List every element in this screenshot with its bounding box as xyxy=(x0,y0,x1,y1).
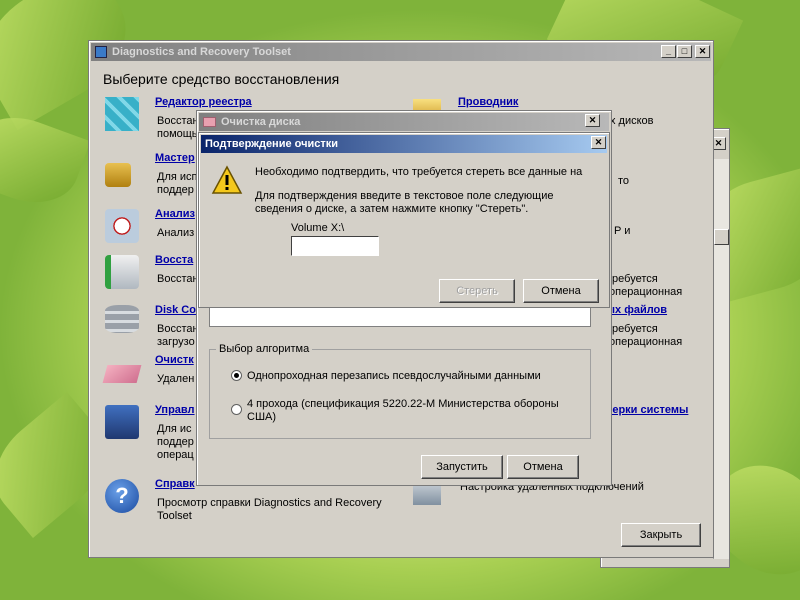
tool-description: помощь xyxy=(157,128,198,140)
scrollbar[interactable] xyxy=(713,159,729,559)
algorithm-legend: Выбор алгоритма xyxy=(219,343,310,355)
tool-link[interactable]: Disk Co xyxy=(155,304,196,316)
algorithm-group: Выбор алгоритма xyxy=(209,343,591,439)
lock-icon xyxy=(105,163,131,187)
tool-link[interactable]: Проводник xyxy=(458,96,518,108)
warning-icon xyxy=(211,165,243,194)
disk-icon xyxy=(105,305,139,333)
close-icon[interactable]: ✕ xyxy=(591,136,606,149)
volume-label: Volume X:\ xyxy=(291,222,345,234)
wipe-dialog-title: Очистка диска xyxy=(221,116,301,128)
wipe-cancel-button[interactable]: Отмена xyxy=(507,455,579,479)
tool-description: Просмотр справки Diagnostics and Recover… xyxy=(157,497,382,509)
tool-link[interactable]: оверки системы xyxy=(599,404,688,416)
tool-description: загрузо xyxy=(157,336,195,348)
tool-description: требуется xyxy=(607,323,658,335)
tool-description: P и xyxy=(614,225,631,237)
tool-link[interactable]: Очистк xyxy=(155,354,194,366)
tool-link[interactable]: Восста xyxy=(155,254,193,266)
confirm-cancel-button[interactable]: Отмена xyxy=(523,279,599,303)
tool-description: Для ис xyxy=(157,423,192,435)
help-icon: ? xyxy=(105,479,139,513)
confirm-message-3: сведения о диске, а затем нажмите кнопку… xyxy=(255,203,529,215)
crash-analyzer-icon xyxy=(105,209,139,243)
close-button[interactable]: Закрыть xyxy=(621,523,701,547)
tool-description: Удален xyxy=(157,373,195,385)
close-icon[interactable]: ✕ xyxy=(585,114,600,127)
erase-button[interactable]: Стереть xyxy=(439,279,515,303)
remote-connection-icon xyxy=(413,485,441,505)
tool-link[interactable]: Редактор реестра xyxy=(155,96,252,108)
wipe-titlebar[interactable]: Очистка диска xyxy=(199,113,609,131)
radio-four-pass-label: 4 прохода (спецификация 5220.22-M Минист… xyxy=(247,398,559,410)
tool-description: Восстан xyxy=(157,323,199,335)
start-button[interactable]: Запустить xyxy=(421,455,503,479)
tool-description: х дисков xyxy=(610,115,654,127)
tool-description: поддер xyxy=(157,436,194,448)
page-heading: Выберите средство восстановления xyxy=(103,71,340,87)
tool-description: то xyxy=(618,175,630,187)
confirm-dialog-title: Подтверждение очистки xyxy=(205,138,339,150)
tool-description: Для исп xyxy=(157,171,198,183)
tool-description: операционная xyxy=(609,286,683,298)
main-window-title: Diagnostics and Recovery Toolset xyxy=(112,46,291,58)
computer-management-icon xyxy=(105,405,139,439)
tool-link[interactable]: Мастер xyxy=(155,152,195,164)
volume-confirm-input[interactable] xyxy=(291,236,379,256)
tool-description: Восстан xyxy=(157,273,199,285)
tool-link[interactable]: Анализ xyxy=(155,208,195,220)
radio-four-pass-label-2: США) xyxy=(247,411,277,423)
registry-icon xyxy=(105,97,139,131)
drive-list[interactable] xyxy=(209,307,591,327)
confirm-titlebar[interactable]: Подтверждение очистки xyxy=(201,135,607,153)
tool-description: Восстан xyxy=(157,115,199,127)
tool-link[interactable]: Управл xyxy=(155,404,195,416)
tool-description: требуется xyxy=(607,273,658,285)
restore-icon xyxy=(105,255,139,289)
confirm-message-2: Для подтверждения введите в текстовое по… xyxy=(255,190,554,202)
background-leaf xyxy=(0,103,91,217)
close-icon[interactable]: ✕ xyxy=(695,45,710,58)
radio-single-pass-label: Однопроходная перезапись псевдослучайным… xyxy=(247,370,541,382)
tool-link[interactable]: Справк xyxy=(155,478,195,490)
eraser-icon xyxy=(203,117,216,127)
maximize-icon[interactable]: □ xyxy=(677,45,692,58)
tool-description: поддер xyxy=(157,184,194,196)
tool-description: Toolset xyxy=(157,510,192,522)
tool-description: операц xyxy=(157,449,194,461)
confirm-message-1: Необходимо подтвердить, что требуется ст… xyxy=(255,166,583,178)
app-icon xyxy=(95,46,107,58)
tool-description: операционная xyxy=(609,336,683,348)
eraser-icon xyxy=(102,365,142,383)
tool-description: Анализ xyxy=(157,227,195,239)
minimize-icon[interactable]: _ xyxy=(661,45,676,58)
radio-single-pass[interactable] xyxy=(231,370,242,381)
confirm-wipe-dialog: Подтверждение очистки ✕ Необходимо подтв… xyxy=(198,132,610,308)
radio-four-pass[interactable] xyxy=(231,404,242,415)
main-titlebar[interactable]: Diagnostics and Recovery Toolset xyxy=(91,43,711,61)
